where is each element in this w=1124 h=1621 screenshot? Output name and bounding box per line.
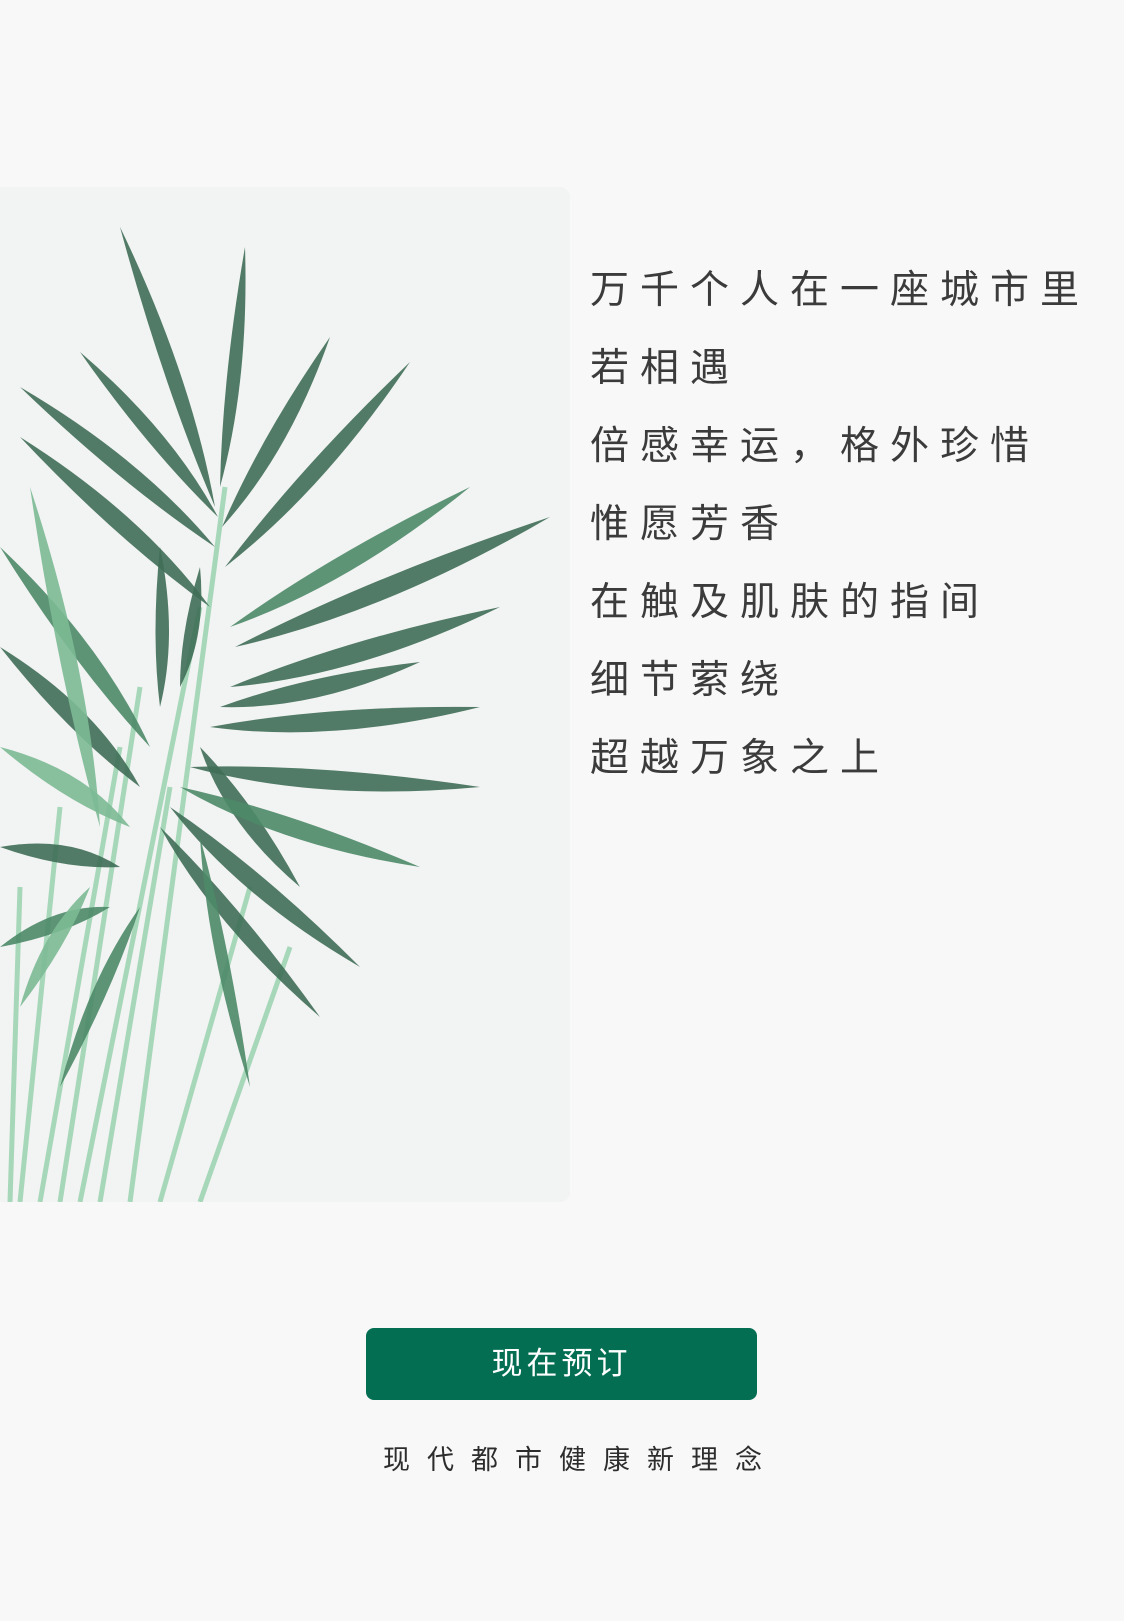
poem-line: 超越万象之上 (590, 736, 891, 781)
poem-line: 若相遇 (590, 346, 741, 391)
poem-line: 在触及肌肤的指间 (590, 580, 991, 625)
poem-line: 细节萦绕 (590, 658, 791, 703)
poem-text: 万千个人在一座城市里 若相遇 倍感幸运，格外珍惜 惟愿芳香 在触及肌肤的指间 细… (590, 252, 1120, 798)
plant-illustration (0, 187, 570, 1202)
hero-plant-image (0, 187, 570, 1202)
tagline: 现代都市健康新理念 (383, 1445, 779, 1476)
poem-line: 惟愿芳香 (590, 502, 791, 547)
book-now-button[interactable]: 现在预订 (366, 1328, 757, 1400)
poem-line: 倍感幸运，格外珍惜 (590, 424, 1041, 469)
poem-line: 万千个人在一座城市里 (590, 268, 1091, 313)
